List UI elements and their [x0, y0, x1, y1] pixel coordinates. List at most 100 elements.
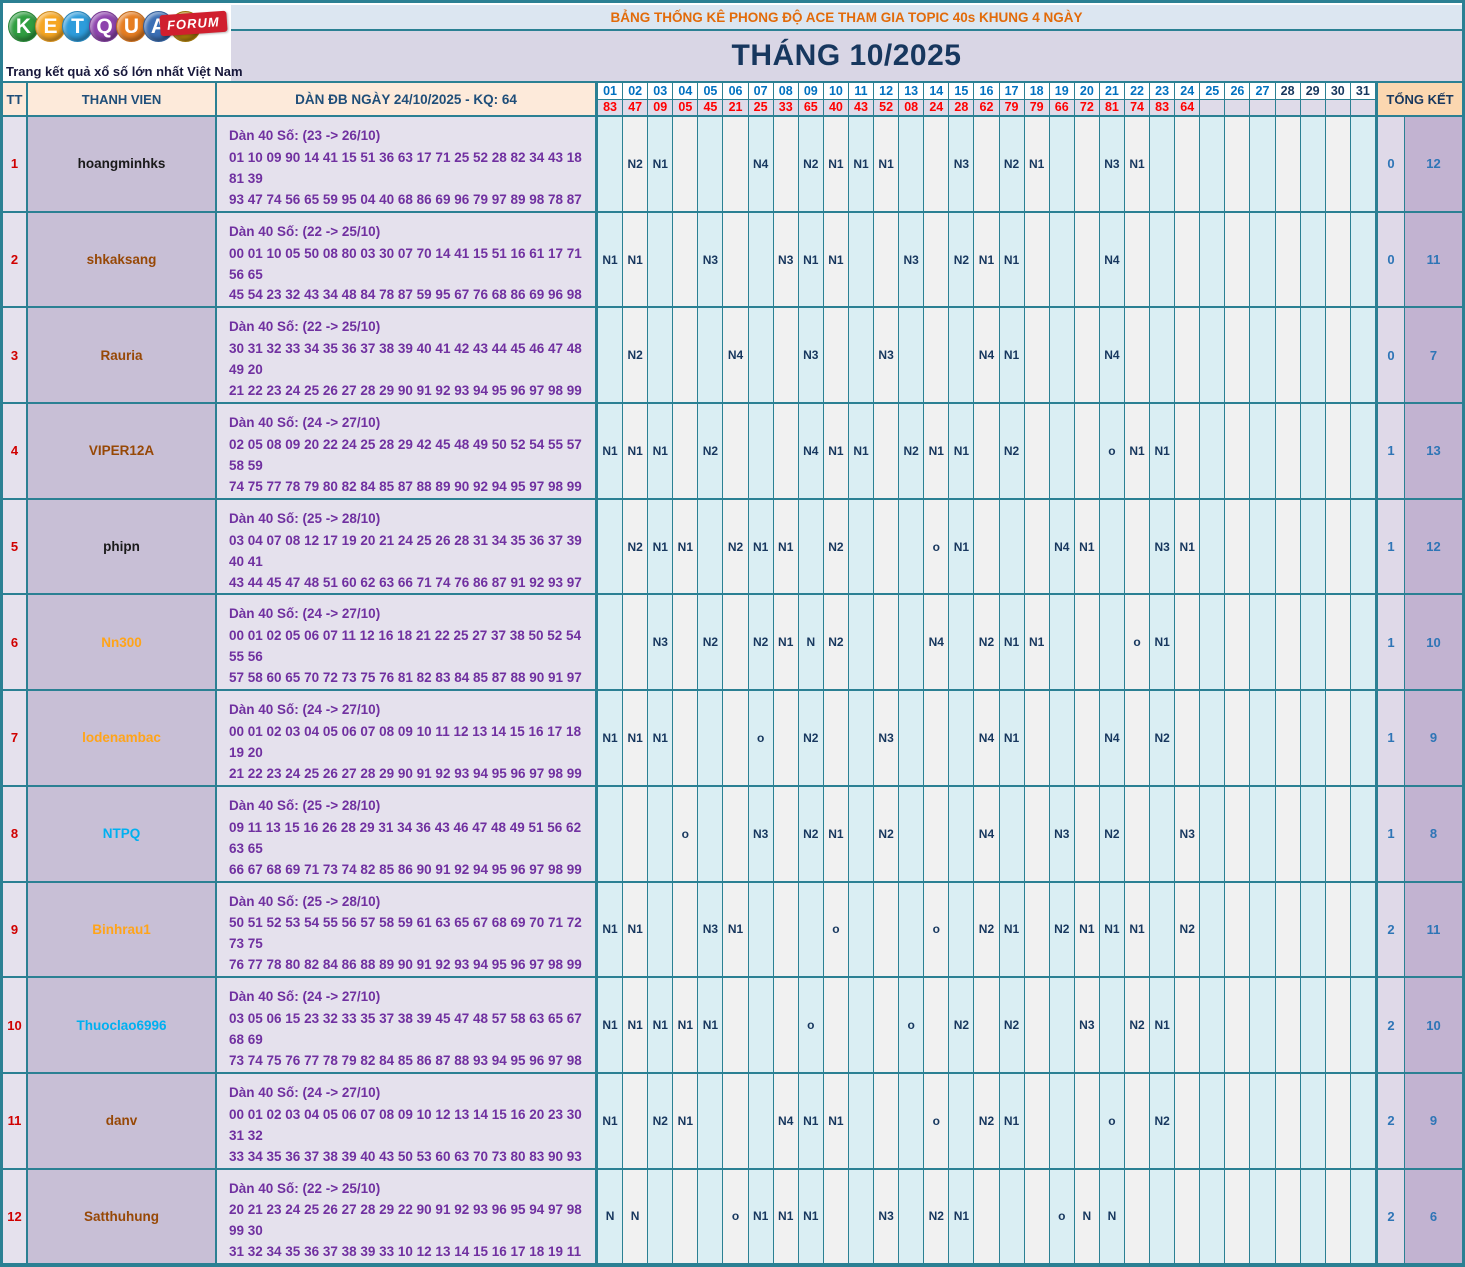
day-header-17: 17 [1000, 83, 1025, 99]
member-name[interactable]: Nn300 [28, 595, 217, 690]
day-mark-19 [1049, 404, 1075, 498]
day-mark-13 [899, 1073, 925, 1168]
column-headers: TT THANH VIEN DÀN ĐB NGÀY 24/10/2025 - K… [3, 81, 1462, 117]
day-mark-11: N1 [848, 404, 875, 498]
day-mark-1: N1 [598, 691, 624, 785]
day-mark-25 [1200, 691, 1226, 785]
day-mark-16: N4 [974, 786, 1000, 881]
day-mark-12 [874, 499, 900, 594]
day-mark-24 [1175, 404, 1201, 498]
day-mark-19: N3 [1049, 786, 1075, 881]
day-mark-29 [1300, 786, 1326, 881]
day-mark-14 [924, 117, 950, 211]
member-name[interactable]: VIPER12A [28, 404, 217, 498]
total-win: 9 [1405, 691, 1462, 785]
member-name[interactable]: shkaksang [28, 212, 217, 307]
day-mark-5: N3 [698, 212, 724, 307]
day-mark-19: o [1049, 1169, 1075, 1264]
day-mark-9: N2 [798, 117, 824, 211]
day-mark-4 [673, 595, 699, 690]
day-mark-24 [1175, 595, 1201, 690]
day-headers: 01 02 03 04 05 06 07 08 09 10 11 12 13 14 15 16 17 18 19 20… [598, 83, 1375, 115]
day-mark-2: N2 [623, 117, 649, 211]
day-mark-19 [1049, 978, 1075, 1072]
member-name[interactable]: hoangminhks [28, 117, 217, 211]
day-mark-30 [1325, 1073, 1351, 1168]
dan-cell: Dàn 40 Số: (24 -> 27/10) 00 01 02 03 04 0… [217, 1073, 598, 1168]
day-mark-29 [1300, 1073, 1326, 1168]
dan-numbers-line1: 50 51 52 53 54 55 56 57 58 59 61 63 65 6… [229, 915, 582, 952]
day-mark-5: N2 [698, 595, 724, 690]
day-mark-8 [773, 691, 799, 785]
day-mark-7: N3 [748, 786, 774, 881]
member-name[interactable]: Binhrau1 [28, 882, 217, 977]
dan-numbers-line1: 09 11 13 15 16 26 28 29 31 34 36 43 46 4… [229, 819, 582, 856]
day-mark-16 [974, 1169, 1000, 1264]
day-mark-22 [1124, 308, 1151, 403]
dan-numbers-line1: 00 01 02 03 04 05 06 07 08 09 10 12 13 1… [229, 1106, 582, 1143]
row-number: 10 [3, 978, 28, 1072]
day-mark-14 [924, 786, 950, 881]
day-mark-31 [1350, 1073, 1375, 1168]
statistics-page: KETQUA2 FORUM Trang kết quả xổ số lớn nh… [0, 0, 1465, 1267]
day-mark-1: N1 [598, 882, 624, 977]
day-header-14: 14 [924, 83, 950, 99]
day-mark-27 [1250, 499, 1276, 594]
table-title: BẢNG THỐNG KÊ PHONG ĐỘ ACE THAM GIA TOPI… [231, 5, 1462, 31]
day-mark-24 [1175, 308, 1201, 403]
day-mark-2 [623, 595, 649, 690]
member-name[interactable]: Thuoclao6996 [28, 978, 217, 1072]
day-header-03: 03 [648, 83, 674, 99]
day-mark-23: N1 [1150, 595, 1176, 690]
day-mark-25 [1200, 308, 1226, 403]
row-number: 11 [3, 1073, 28, 1168]
row-number: 4 [3, 404, 28, 498]
site-logo[interactable]: KETQUA2 FORUM Trang kết quả xổ số lớn nh… [3, 3, 243, 81]
day-mark-14 [924, 691, 950, 785]
member-name[interactable]: lodenambac [28, 691, 217, 785]
day-mark-14: o [924, 1073, 950, 1168]
day-mark-12: N3 [874, 308, 900, 403]
day-mark-26 [1225, 308, 1251, 403]
day-mark-8 [773, 308, 799, 403]
day-result-27 [1250, 99, 1276, 115]
day-mark-22 [1124, 691, 1151, 785]
member-name[interactable]: danv [28, 1073, 217, 1168]
day-mark-22 [1124, 1073, 1151, 1168]
dan-range: Dàn 40 Số: (24 -> 27/10) [229, 415, 381, 431]
day-mark-14 [924, 308, 950, 403]
day-mark-30 [1325, 308, 1351, 403]
day-mark-8: N1 [773, 595, 799, 690]
day-mark-30 [1325, 117, 1351, 211]
day-mark-15: N1 [949, 1169, 975, 1264]
day-mark-17: N1 [999, 691, 1025, 785]
member-name[interactable]: Satthuhung [28, 1169, 217, 1264]
day-mark-13: N3 [899, 212, 925, 307]
total-win: 10 [1405, 595, 1462, 690]
day-mark-3: N3 [648, 595, 674, 690]
dan-range: Dàn 40 Số: (24 -> 27/10) [229, 606, 381, 622]
day-mark-30 [1325, 212, 1351, 307]
day-mark-23: N2 [1150, 691, 1176, 785]
day-mark-4 [673, 308, 699, 403]
day-mark-20 [1074, 595, 1100, 690]
day-mark-16: N2 [974, 595, 1000, 690]
day-mark-13: o [899, 978, 925, 1072]
member-name[interactable]: Rauria [28, 308, 217, 403]
member-name[interactable]: phipn [28, 499, 217, 594]
member-name[interactable]: NTPQ [28, 786, 217, 881]
day-result-23: 83 [1150, 99, 1176, 115]
day-header-24: 24 [1175, 83, 1201, 99]
day-mark-26 [1225, 212, 1251, 307]
day-mark-10: N1 [823, 212, 849, 307]
day-mark-7 [748, 404, 774, 498]
row-number: 3 [3, 308, 28, 403]
day-header-30: 30 [1326, 83, 1351, 99]
day-mark-17: N1 [999, 882, 1025, 977]
total-win: 13 [1405, 404, 1462, 498]
day-mark-18 [1024, 978, 1050, 1072]
day-mark-5: N1 [698, 978, 724, 1072]
day-mark-19 [1049, 117, 1075, 211]
day-mark-11 [848, 882, 875, 977]
day-mark-17 [999, 1169, 1025, 1264]
